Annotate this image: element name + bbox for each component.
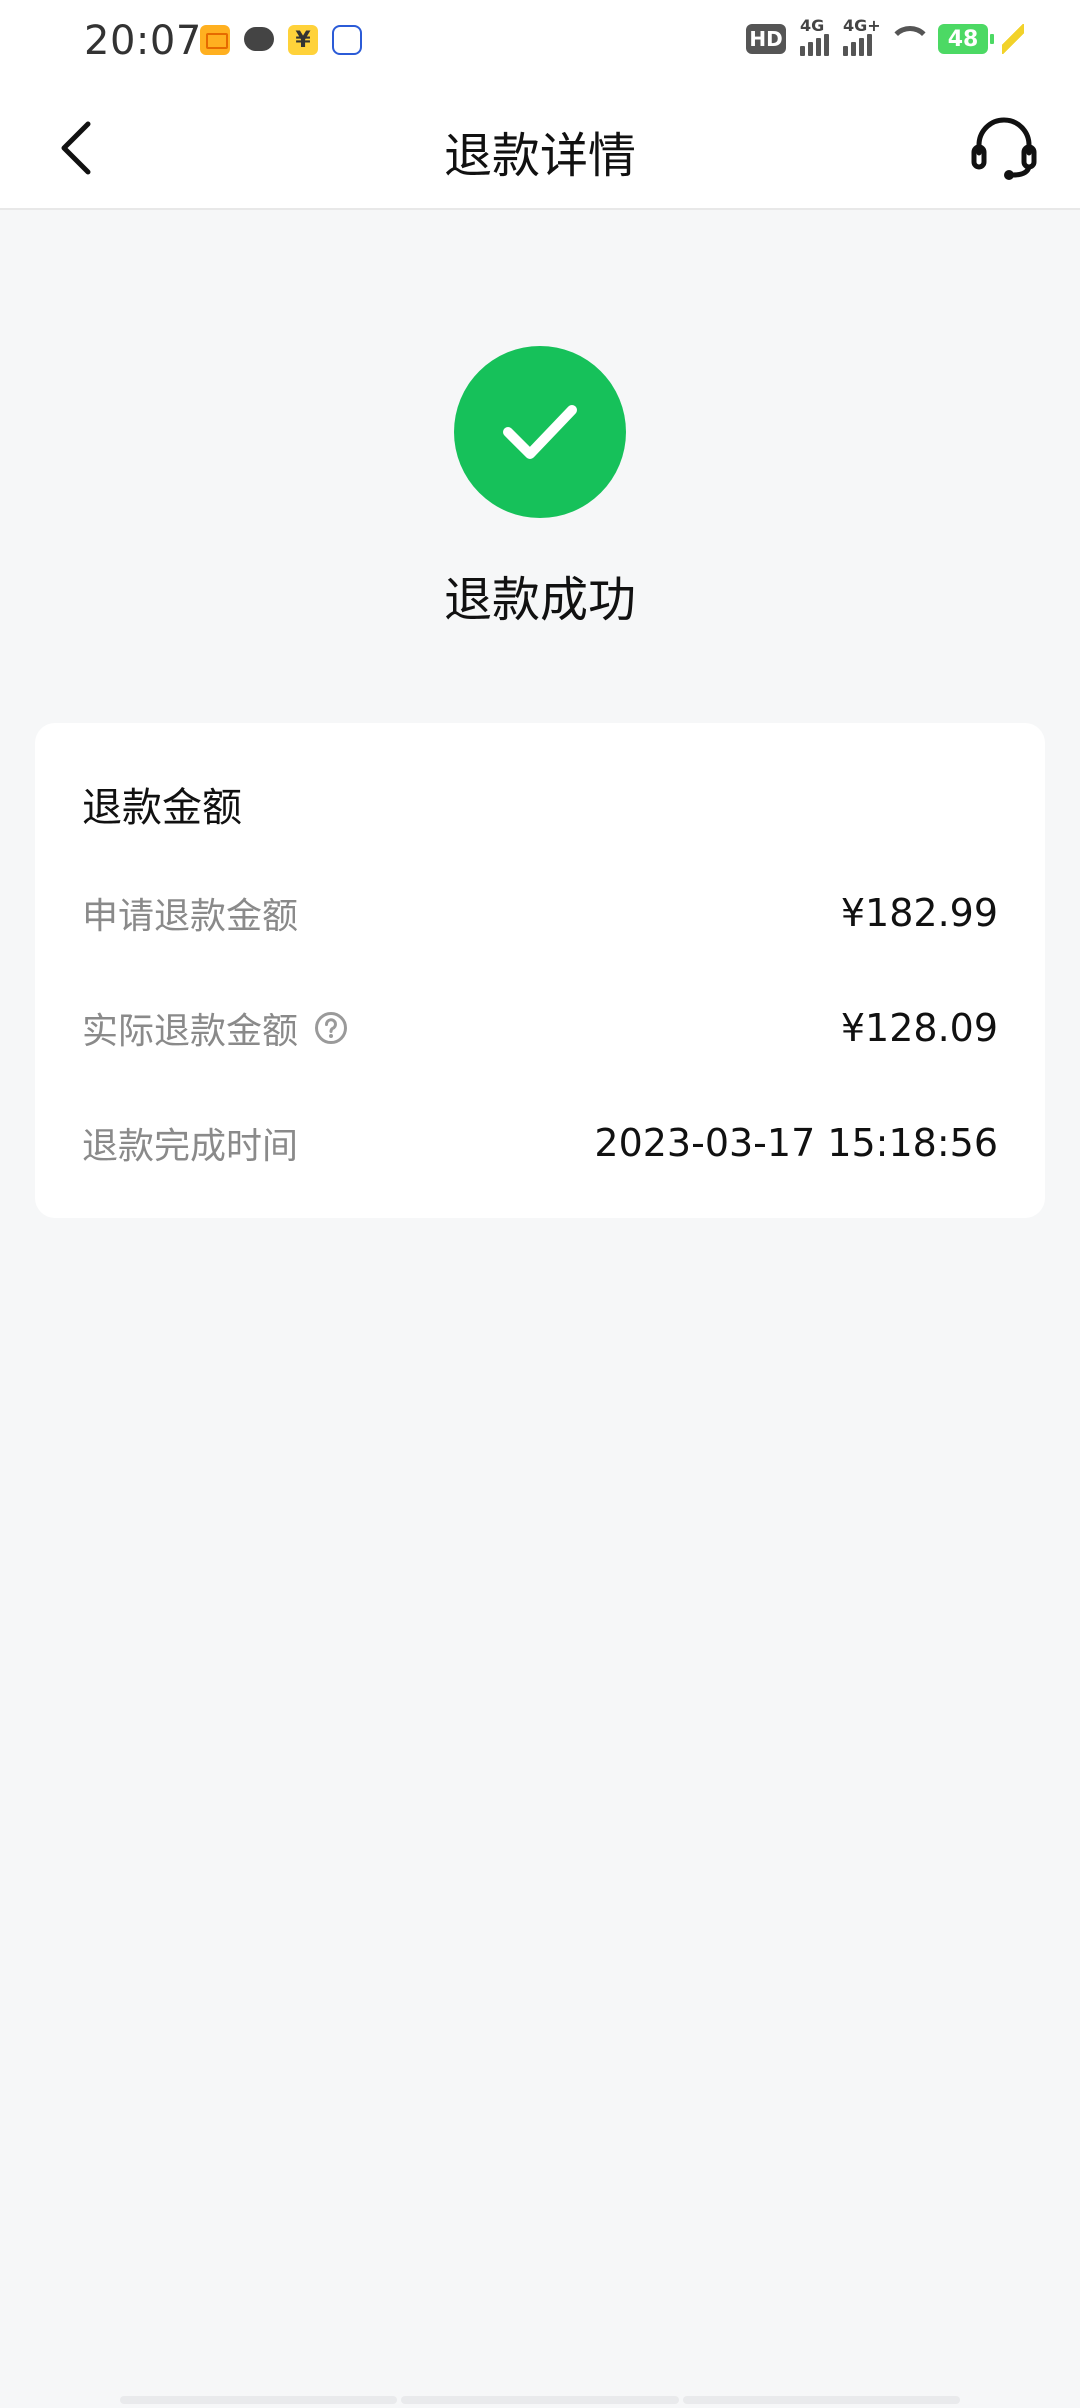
- payment-notification-icon: ¥: [288, 25, 318, 55]
- network-type-label: 4G: [800, 16, 825, 35]
- status-bar: 20:07 ¥ HD 4G 4G+ 48: [0, 0, 1080, 86]
- completion-time-label: 退款完成时间: [82, 1117, 298, 1169]
- signal-icon-2: 4G+: [843, 16, 881, 56]
- requested-amount-label-text: 申请退款金额: [82, 896, 299, 937]
- app-notification-icon: [332, 25, 362, 55]
- actual-amount-row: 实际退款金额 ¥128.09: [82, 998, 998, 1058]
- gesture-bar: [120, 2396, 960, 2404]
- refund-amount-card: 退款金额 申请退款金额 ¥182.99 实际退款金额 ¥128.09 退款完成时…: [35, 723, 1045, 1218]
- battery-icon: 48: [938, 24, 994, 54]
- success-status-circle: [454, 346, 626, 518]
- signal-icon-1: 4G: [800, 16, 829, 56]
- actual-amount-label: 实际退款金额: [82, 1002, 348, 1054]
- customer-service-button[interactable]: [964, 108, 1044, 188]
- page-title: 退款详情: [443, 128, 636, 184]
- completion-time-value: 2023-03-17 15:18:56: [594, 1121, 998, 1165]
- actual-amount-label-text: 实际退款金额: [82, 1011, 299, 1052]
- navigation-bar: 退款详情: [0, 86, 1080, 210]
- card-title: 退款金额: [82, 785, 242, 831]
- requested-amount-row: 申请退款金额 ¥182.99: [82, 883, 998, 943]
- actual-amount-value: ¥128.09: [840, 1006, 998, 1050]
- system-indicators: HD 4G 4G+ 48: [746, 16, 1024, 56]
- question-circle-icon[interactable]: [314, 1011, 348, 1045]
- mail-notification-icon: [200, 25, 230, 55]
- notification-icons: ¥: [200, 25, 362, 55]
- headset-icon: [971, 117, 1037, 180]
- completion-time-label-text: 退款完成时间: [82, 1126, 299, 1167]
- completion-time-row: 退款完成时间 2023-03-17 15:18:56: [82, 1113, 998, 1173]
- check-icon: [503, 405, 577, 459]
- refund-status-text: 退款成功: [443, 572, 636, 628]
- requested-amount-label: 申请退款金额: [82, 887, 298, 939]
- network-type-label-2: 4G+: [843, 16, 881, 35]
- requested-amount-value: ¥182.99: [840, 891, 998, 935]
- hd-voice-icon: HD: [746, 24, 786, 54]
- charging-icon: [1002, 24, 1024, 54]
- wifi-icon: [886, 24, 932, 54]
- chat-notification-icon: [244, 25, 274, 55]
- status-time: 20:07: [84, 18, 202, 64]
